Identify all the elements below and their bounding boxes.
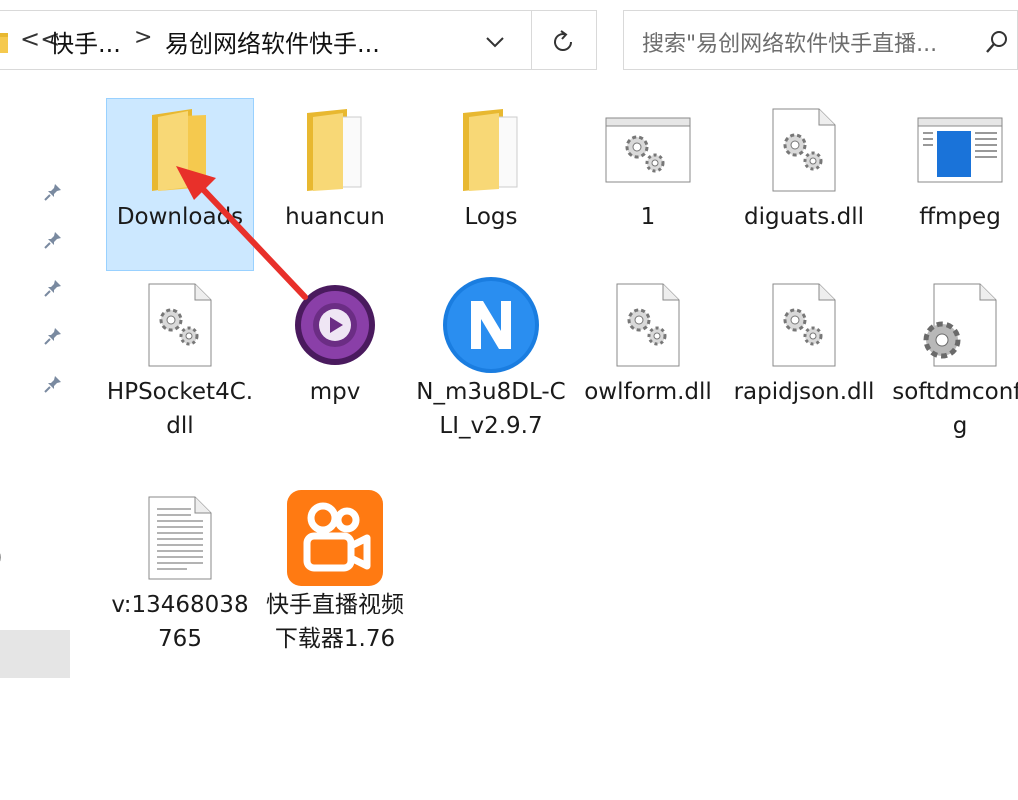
chevron-down-icon[interactable] (484, 31, 506, 53)
text-file-icon (148, 496, 212, 580)
exe-window-icon (917, 117, 1003, 183)
dll-file-icon (772, 108, 836, 192)
folder-icon (463, 109, 518, 191)
nav-item-selected[interactable] (0, 630, 70, 678)
dll-file-icon (772, 283, 836, 367)
file-label: diguats.dll (744, 204, 864, 230)
file-label: 快手直播视频下载器1.76 (266, 592, 404, 652)
file-label: 1 (640, 204, 656, 230)
navigation-pane: ) (0, 72, 78, 800)
search-icon[interactable] (984, 29, 1010, 55)
file-label: huancun (285, 204, 385, 230)
config-file-icon (923, 283, 997, 367)
mpv-icon (295, 285, 375, 365)
file-label: owlform.dll (584, 379, 712, 405)
pin-icon[interactable] (43, 230, 63, 250)
file-label: v:13468038765 (111, 592, 249, 652)
breadcrumb-item[interactable]: 快手... (50, 24, 121, 59)
file-label: mpv (309, 379, 361, 405)
dll-file-icon (148, 283, 212, 367)
file-label: Logs (464, 204, 518, 230)
breadcrumb-item-current[interactable]: 易创网络软件快手... (165, 24, 380, 59)
n-app-icon (443, 277, 539, 373)
divider (531, 11, 532, 69)
folder-icon (152, 109, 206, 191)
folder-icon (0, 33, 8, 53)
pin-icon[interactable] (43, 182, 63, 202)
file-label: Downloads (116, 204, 244, 230)
file-label: HPSocket4C.dll (106, 379, 254, 439)
app-window-icon (605, 117, 691, 183)
kuaishou-app-icon (287, 490, 383, 586)
pin-icon[interactable] (43, 374, 63, 394)
file-label: N_m3u8DL-CLI_v2.9.7 (416, 379, 566, 439)
search-input[interactable]: 搜索"易创网络软件快手直播... (623, 10, 1018, 70)
file-label: softdmconfig (892, 379, 1018, 439)
nav-item-partial[interactable]: ) (0, 540, 3, 573)
pin-icon[interactable] (43, 326, 63, 346)
breadcrumb-separator[interactable]: > (134, 25, 152, 50)
refresh-icon[interactable] (550, 29, 576, 55)
file-label: rapidjson.dll (733, 379, 875, 405)
folder-icon (307, 109, 362, 191)
address-bar[interactable]: << 快手... > 易创网络软件快手... (0, 10, 597, 70)
pin-icon[interactable] (43, 278, 63, 298)
dll-file-icon (616, 283, 680, 367)
file-label: ffmpeg (919, 204, 1001, 230)
search-placeholder: 搜索"易创网络软件快手直播... (642, 32, 938, 57)
